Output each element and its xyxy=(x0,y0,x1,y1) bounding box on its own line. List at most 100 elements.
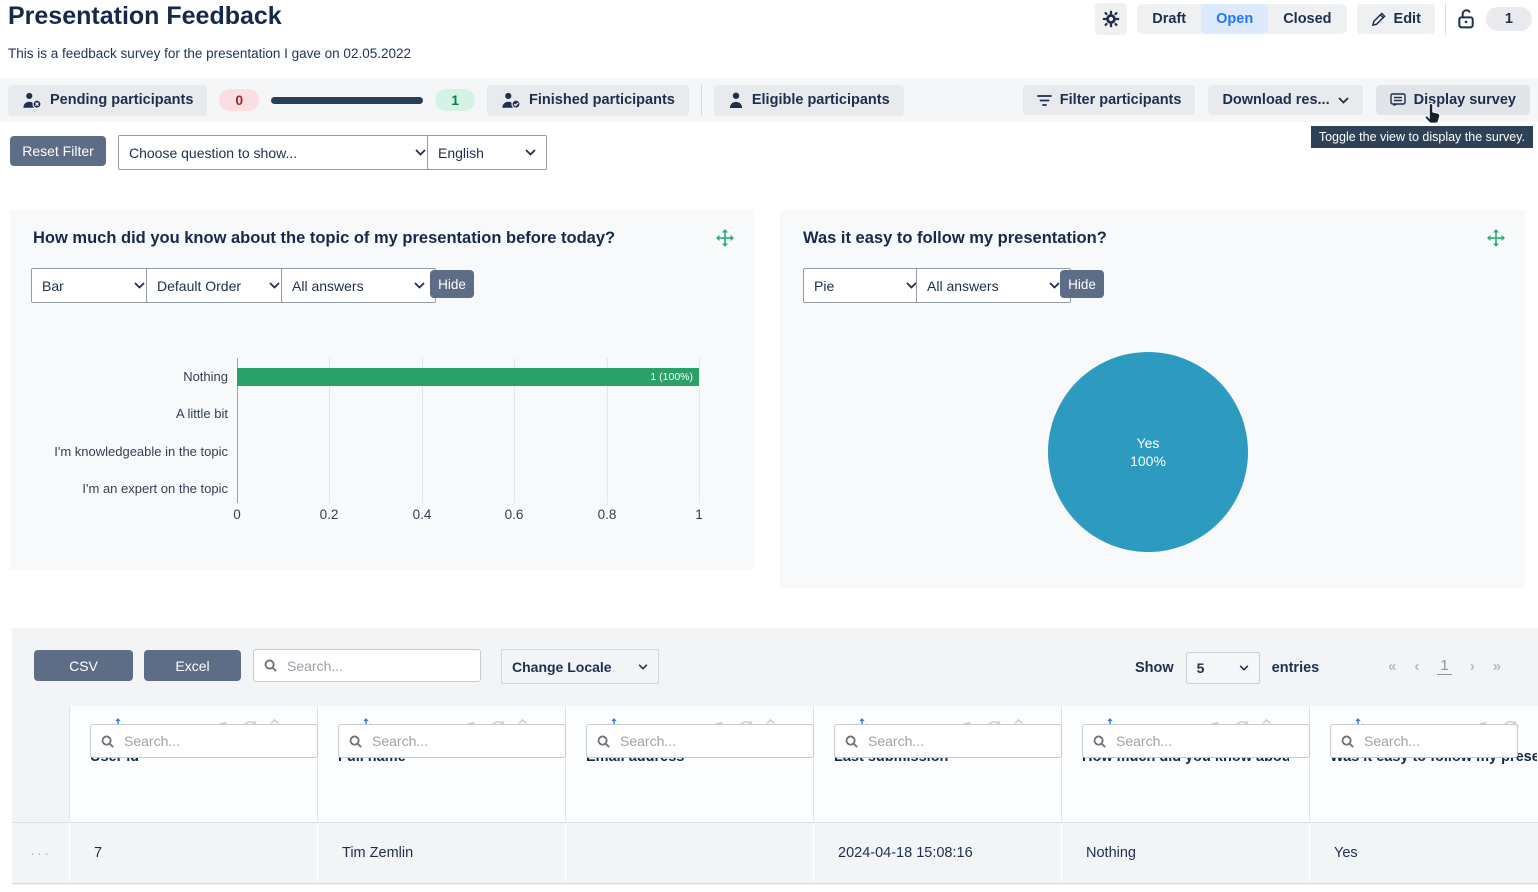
x-tick: 0 xyxy=(233,507,241,522)
x-tick: 0.4 xyxy=(413,507,432,522)
person-icon xyxy=(728,92,744,109)
finished-participants-label: Finished participants xyxy=(529,92,675,108)
page: Presentation Feedback This is a feedback… xyxy=(0,0,1538,892)
column-header-email: Email address xyxy=(566,706,814,822)
drag-move-icon[interactable] xyxy=(716,229,734,247)
user-count-badge[interactable]: 1 xyxy=(1486,7,1532,31)
responses-table: User id Full name xyxy=(12,706,1538,884)
hide-chart-button[interactable]: Hide xyxy=(430,270,474,298)
column-search xyxy=(90,724,318,758)
filter-participants-button[interactable]: Filter participants xyxy=(1023,85,1196,115)
export-excel-button[interactable]: Excel xyxy=(144,650,241,681)
unlock-icon[interactable] xyxy=(1456,8,1476,30)
prev-page-button[interactable]: ‹ xyxy=(1414,658,1419,675)
current-page[interactable]: 1 xyxy=(1437,657,1451,675)
language-select[interactable]: English xyxy=(427,135,547,170)
search-icon xyxy=(264,659,277,672)
bar-nothing: 1 (100%) xyxy=(237,368,699,386)
tab-draft[interactable]: Draft xyxy=(1137,4,1201,34)
pencil-icon xyxy=(1371,12,1386,27)
column-search-input[interactable] xyxy=(370,732,555,750)
chart-type-value: Bar xyxy=(42,278,64,294)
column-search-input[interactable] xyxy=(618,732,803,750)
download-responses-label: Download res... xyxy=(1222,92,1329,108)
reset-filter-button[interactable]: Reset Filter xyxy=(10,136,106,166)
next-page-button[interactable]: › xyxy=(1470,658,1475,675)
tab-closed[interactable]: Closed xyxy=(1268,4,1346,34)
chevron-down-icon xyxy=(1338,97,1349,104)
finished-participants-button[interactable]: Finished participants xyxy=(487,85,689,116)
chart-order-select[interactable]: Default Order xyxy=(146,268,291,303)
chart-type-select[interactable]: Bar xyxy=(31,268,156,303)
pagination: « ‹ 1 › » xyxy=(1388,657,1501,675)
column-search-input[interactable] xyxy=(866,732,1051,750)
ellipsis-icon: ··· xyxy=(30,845,51,862)
x-tick: 0.2 xyxy=(320,507,339,522)
search-icon xyxy=(1341,735,1354,748)
cell-userid: 7 xyxy=(70,823,318,883)
divider xyxy=(1445,3,1446,35)
column-search xyxy=(586,724,814,758)
chart-answers-select[interactable]: All answers xyxy=(916,268,1071,303)
chevron-down-icon xyxy=(1239,665,1249,671)
category-label: A little bit xyxy=(176,406,228,421)
language-select-value: English xyxy=(438,145,484,161)
question-select[interactable]: Choose question to show... xyxy=(118,135,437,170)
column-header-question-easy: Was it easy to follow my presentation? xyxy=(1310,706,1538,822)
x-tick: 0.6 xyxy=(505,507,524,522)
pie-slice-yes: Yes 100% xyxy=(1048,352,1248,552)
edit-label: Edit xyxy=(1394,11,1421,27)
chevron-down-icon xyxy=(414,282,425,289)
drag-move-icon[interactable] xyxy=(1487,229,1505,247)
edit-button[interactable]: Edit xyxy=(1357,4,1435,34)
pending-participants-button[interactable]: Pending participants xyxy=(8,85,207,116)
cell-email xyxy=(566,823,814,883)
filter-participants-label: Filter participants xyxy=(1060,92,1182,108)
header-actions: Draft Open Closed Edit 1 xyxy=(1095,2,1532,36)
bar-chart-card: How much did you know about the topic of… xyxy=(10,210,754,570)
search-icon xyxy=(1093,735,1106,748)
settings-button[interactable] xyxy=(1095,3,1127,35)
cell-lastsubmission: 2024-04-18 15:08:16 xyxy=(814,823,1062,883)
chevron-down-icon xyxy=(134,282,145,289)
chart-type-select[interactable]: Pie xyxy=(803,268,928,303)
cell-question-easy: Yes xyxy=(1310,823,1538,883)
chevron-down-icon xyxy=(269,282,280,289)
column-header-fullname: Full name xyxy=(318,706,566,822)
pie-percent: 100% xyxy=(1130,452,1166,470)
bar-chart-title: How much did you know about the topic of… xyxy=(33,229,615,248)
row-menu-button[interactable]: ··· xyxy=(12,823,70,883)
pending-count-pill: 0 xyxy=(219,89,259,111)
export-csv-button[interactable]: CSV xyxy=(34,650,133,681)
search-icon xyxy=(845,735,858,748)
column-search-input[interactable] xyxy=(1114,732,1299,750)
column-search-input[interactable] xyxy=(122,732,307,750)
column-search-input[interactable] xyxy=(1362,732,1507,750)
tab-open[interactable]: Open xyxy=(1201,4,1268,34)
page-size-value: 5 xyxy=(1197,660,1205,676)
responses-panel: CSV Excel Change Locale Show 5 entries «… xyxy=(12,628,1538,892)
page-size-control: Show 5 entries xyxy=(1135,652,1319,684)
page-size-select[interactable]: 5 xyxy=(1186,652,1260,684)
entries-label: entries xyxy=(1272,660,1320,676)
chat-square-icon xyxy=(1390,93,1406,108)
show-label: Show xyxy=(1135,660,1174,676)
column-header-lastsubmission: Last submission xyxy=(814,706,1062,822)
change-locale-select[interactable]: Change Locale xyxy=(501,649,659,684)
table-search-input[interactable] xyxy=(285,657,470,675)
survey-status-tabs: Draft Open Closed xyxy=(1137,4,1346,34)
download-responses-button[interactable]: Download res... xyxy=(1208,85,1362,115)
finished-count-pill: 1 xyxy=(435,89,475,111)
first-page-button[interactable]: « xyxy=(1388,658,1396,675)
last-page-button[interactable]: » xyxy=(1493,658,1501,675)
search-icon xyxy=(597,735,610,748)
chart-answers-select[interactable]: All answers xyxy=(281,268,436,303)
chevron-down-icon xyxy=(1049,282,1060,289)
search-icon xyxy=(101,735,114,748)
category-label: I'm knowledgeable in the topic xyxy=(54,444,228,459)
chart-answers-value: All answers xyxy=(292,278,364,294)
hide-chart-button[interactable]: Hide xyxy=(1060,270,1104,298)
column-search xyxy=(1082,724,1310,758)
display-survey-button[interactable]: Display survey xyxy=(1376,85,1530,115)
eligible-participants-button[interactable]: Eligible participants xyxy=(714,85,904,116)
